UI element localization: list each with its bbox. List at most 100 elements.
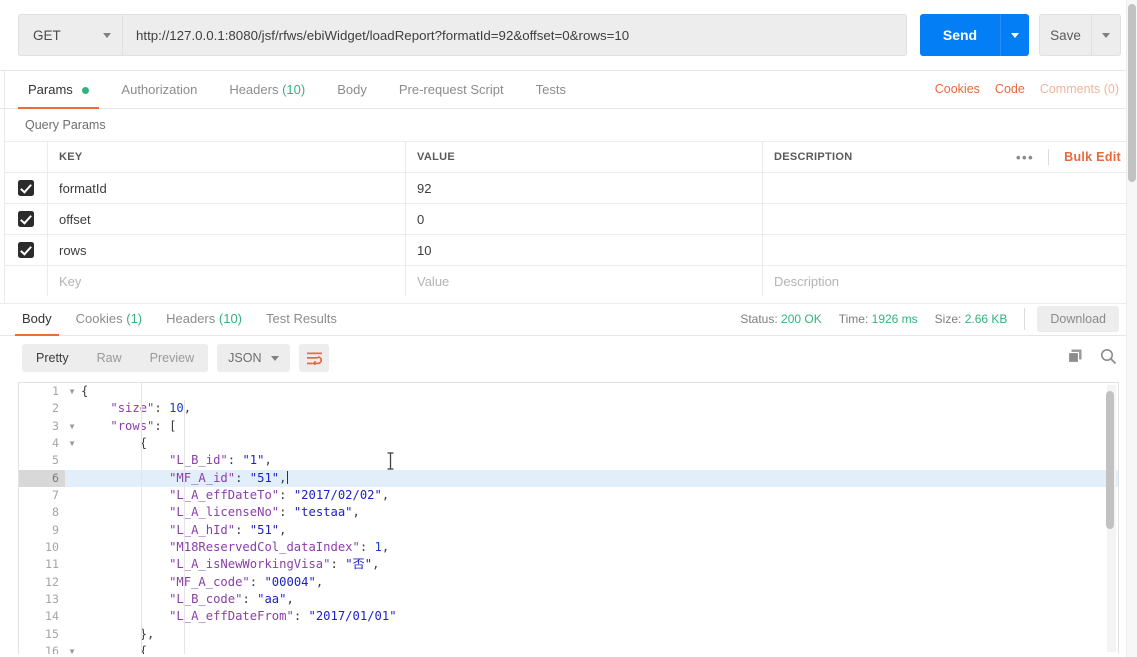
download-button[interactable]: Download [1037, 306, 1119, 332]
code-line[interactable]: 1 ▼ { [19, 383, 1118, 400]
row-checkbox[interactable] [18, 211, 34, 227]
table-empty-row[interactable]: Key Value Description [5, 265, 1137, 296]
cookies-link[interactable]: Cookies [935, 71, 980, 108]
page-scrollbar-thumb[interactable] [1127, 4, 1136, 182]
request-url-input[interactable] [122, 14, 907, 56]
param-key-cell[interactable]: formatId [48, 173, 406, 203]
empty-key-cell[interactable]: Key [48, 266, 406, 296]
row-checkbox-cell [5, 235, 48, 265]
param-key-cell[interactable]: rows [48, 235, 406, 265]
empty-value-cell[interactable]: Value [406, 266, 763, 296]
code-line-text: "L_A_effDateFrom": "2017/01/01" [169, 609, 397, 624]
param-description-cell[interactable] [763, 235, 1137, 265]
response-tab-headers-count: (10) [218, 311, 243, 326]
tab-authorization[interactable]: Authorization [105, 71, 213, 108]
row-checkbox[interactable] [18, 180, 34, 196]
request-tabs: Params Authorization Headers (10) Body P… [0, 71, 1137, 109]
line-number: 3 [52, 418, 59, 433]
view-preview[interactable]: Preview [136, 344, 208, 372]
row-checkbox-cell [5, 173, 48, 203]
status-label: Status: [740, 312, 778, 326]
line-number: 14 [45, 609, 59, 624]
param-value-cell[interactable]: 92 [406, 173, 763, 203]
tab-pre-request-script[interactable]: Pre-request Script [383, 71, 520, 108]
view-mode-group: Pretty Raw Preview [22, 344, 209, 372]
fold-toggle-icon[interactable]: ▼ [67, 435, 77, 452]
code-line-text: { [81, 384, 89, 398]
row-checkbox-cell [5, 204, 48, 234]
response-tab-test-results[interactable]: Test Results [254, 303, 349, 335]
http-method-select[interactable]: GET [18, 14, 122, 56]
page-scrollbar-track[interactable] [1126, 0, 1137, 657]
code-line-text: "L_A_isNewWorkingVisa": "否", [169, 557, 380, 572]
response-tab-cookies[interactable]: Cookies (1) [64, 303, 154, 335]
format-select[interactable]: JSON [217, 344, 291, 372]
status-value: 200 OK [781, 312, 822, 326]
param-key-cell[interactable]: offset [48, 204, 406, 234]
code-line-text: "L_A_licenseNo": "testaa", [169, 505, 360, 520]
empty-row-checkbox-cell [5, 266, 48, 296]
param-description-cell[interactable] [763, 204, 1137, 234]
bulk-edit-button[interactable]: Bulk Edit [1049, 150, 1121, 164]
http-method-label: GET [33, 27, 61, 43]
search-button[interactable] [1100, 348, 1117, 368]
line-number: 16 [45, 644, 59, 654]
param-description-cell[interactable] [763, 173, 1137, 203]
tab-tests[interactable]: Tests [520, 71, 582, 108]
table-row[interactable]: formatId 92 [5, 172, 1137, 203]
view-raw[interactable]: Raw [83, 344, 136, 372]
param-value: 10 [417, 242, 432, 258]
line-number: 7 [52, 488, 59, 503]
response-body-editor[interactable]: 1 ▼ {2 "size": 10, 3 ▼ "rows": [4 ▼ {5 "L_B_i… [18, 382, 1119, 654]
param-value: 92 [417, 180, 432, 196]
param-key: formatId [59, 180, 107, 196]
copy-button[interactable] [1067, 348, 1084, 368]
chevron-down-icon [1011, 32, 1019, 38]
table-row[interactable]: offset 0 [5, 203, 1137, 234]
param-value-cell[interactable]: 10 [406, 235, 763, 265]
code-line-text: "M18ReservedCol_dataIndex": 1, [169, 540, 390, 555]
fold-toggle-icon[interactable]: ▼ [67, 383, 77, 400]
response-tab-headers[interactable]: Headers (10) [154, 303, 254, 335]
text-caret [286, 470, 288, 484]
param-value-cell[interactable]: 0 [406, 204, 763, 234]
wrap-lines-button[interactable] [299, 344, 330, 372]
empty-description-cell[interactable]: Description [763, 266, 1137, 296]
chevron-down-icon [271, 355, 280, 361]
header-checkbox-cell [5, 142, 48, 172]
param-value: 0 [417, 211, 425, 227]
more-options-icon[interactable]: ••• [1002, 151, 1048, 164]
send-button[interactable]: Send [920, 14, 1000, 56]
code-link[interactable]: Code [995, 71, 1025, 108]
save-button[interactable]: Save [1039, 14, 1091, 56]
request-tabs-actions: Cookies Code Comments (0) [935, 71, 1137, 108]
url-bar: GET Send Save [0, 0, 1137, 71]
send-options-button[interactable] [1000, 14, 1029, 56]
header-description: DESCRIPTION [774, 151, 853, 163]
tab-params[interactable]: Params [12, 71, 105, 109]
header-value: VALUE [406, 142, 763, 172]
save-button-group: Save [1039, 14, 1121, 56]
tab-headers[interactable]: Headers (10) [213, 71, 321, 108]
response-tab-body[interactable]: Body [10, 303, 64, 336]
line-number: 12 [45, 574, 59, 589]
fold-toggle-icon[interactable]: ▼ [67, 418, 77, 435]
tab-body[interactable]: Body [321, 71, 383, 108]
save-options-button[interactable] [1091, 14, 1121, 56]
empty-value-placeholder: Value [417, 273, 450, 289]
empty-key-placeholder: Key [59, 273, 82, 289]
response-meta: Status: 200 OK Time: 1926 ms Size: 2.66 … [740, 303, 1137, 335]
table-row[interactable]: rows 10 [5, 234, 1137, 265]
line-number: 6 [19, 469, 65, 488]
header-description-cell: DESCRIPTION ••• Bulk Edit [763, 142, 1137, 172]
response-tab-cookies-count: (1) [126, 311, 143, 326]
editor-scrollbar-track[interactable] [1105, 385, 1116, 652]
editor-scrollbar-thumb[interactable] [1105, 391, 1114, 529]
comments-link[interactable]: Comments (0) [1040, 71, 1119, 108]
fold-toggle-icon[interactable]: ▼ [67, 643, 77, 654]
format-label: JSON [228, 351, 262, 365]
row-checkbox[interactable] [18, 242, 34, 258]
size-badge: Size: 2.66 KB [935, 312, 1008, 326]
view-pretty[interactable]: Pretty [22, 344, 83, 372]
divider [1024, 308, 1026, 330]
